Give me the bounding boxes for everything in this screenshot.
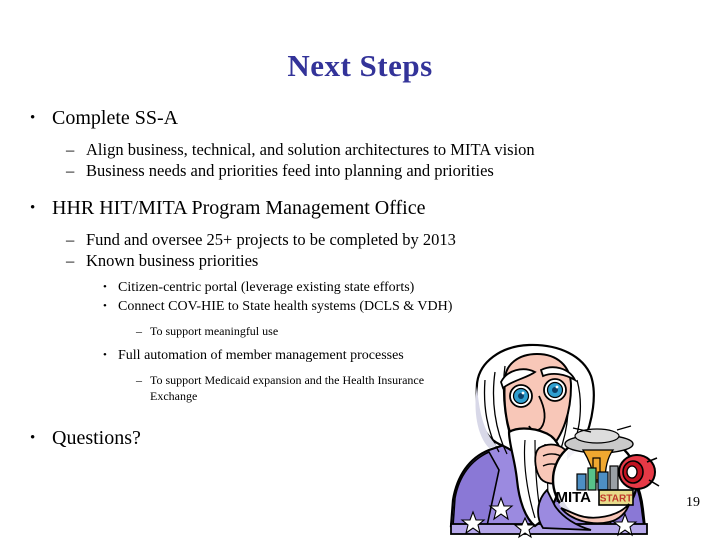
list-item: • HHR HIT/MITA Program Management Office bbox=[0, 195, 720, 221]
bullet-marker-icon: – bbox=[66, 140, 75, 159]
start-button-label: START bbox=[600, 494, 633, 505]
wizard-with-crystal-ball-image: START MITA bbox=[443, 340, 665, 540]
bullet-marker-icon: • bbox=[30, 110, 36, 126]
red-knob-icon bbox=[618, 454, 660, 490]
list-item: – To support meaningful use bbox=[0, 323, 720, 339]
list-item: – Align business, technical, and solutio… bbox=[0, 139, 720, 160]
wizard-illustration-svg: START MITA bbox=[449, 343, 660, 539]
list-item-text: To support meaningful use bbox=[150, 324, 279, 338]
list-item-text: To support Medicaid expansion and the He… bbox=[150, 373, 425, 403]
bullet-marker-icon: • bbox=[30, 200, 36, 216]
bullet-marker-icon: – bbox=[136, 324, 142, 338]
page-number: 19 bbox=[686, 495, 700, 510]
list-item-text: Known business priorities bbox=[86, 251, 259, 270]
list-item-text: HHR HIT/MITA Program Management Office bbox=[52, 197, 426, 219]
bullet-marker-icon: – bbox=[66, 251, 75, 270]
list-item-text: Connect COV-HIE to State health systems … bbox=[118, 299, 453, 314]
bullet-marker-icon: – bbox=[66, 161, 75, 180]
list-item: – Known business priorities bbox=[0, 250, 720, 271]
bullet-marker-icon: • bbox=[30, 430, 36, 446]
list-item-text: Citizen-centric portal (leverage existin… bbox=[118, 280, 415, 295]
list-item: • Citizen-centric portal (leverage exist… bbox=[0, 278, 720, 297]
bullet-marker-icon: – bbox=[136, 373, 142, 387]
page-title: Next Steps bbox=[287, 48, 433, 83]
slide-canvas: Next Steps • Complete SS-A – Align busin… bbox=[0, 0, 720, 540]
bullet-marker-icon: • bbox=[103, 300, 107, 312]
start-button: START bbox=[598, 489, 634, 506]
crystal-ball-label: MITA bbox=[555, 489, 591, 506]
list-item-text: Fund and oversee 25+ projects to be comp… bbox=[86, 230, 456, 249]
list-item-text: Complete SS-A bbox=[52, 107, 179, 129]
list-item: • Connect COV-HIE to State health system… bbox=[0, 297, 720, 316]
list-item: • Complete SS-A bbox=[0, 105, 720, 131]
list-item-text: Business needs and priorities feed into … bbox=[86, 161, 494, 180]
list-item: – Fund and oversee 25+ projects to be co… bbox=[0, 229, 720, 250]
bullet-marker-icon: – bbox=[66, 230, 75, 249]
list-item: – Business needs and priorities feed int… bbox=[0, 160, 720, 181]
list-item-text: Align business, technical, and solution … bbox=[86, 140, 535, 159]
bullet-marker-icon: • bbox=[103, 281, 107, 293]
bullet-marker-icon: • bbox=[103, 349, 107, 361]
